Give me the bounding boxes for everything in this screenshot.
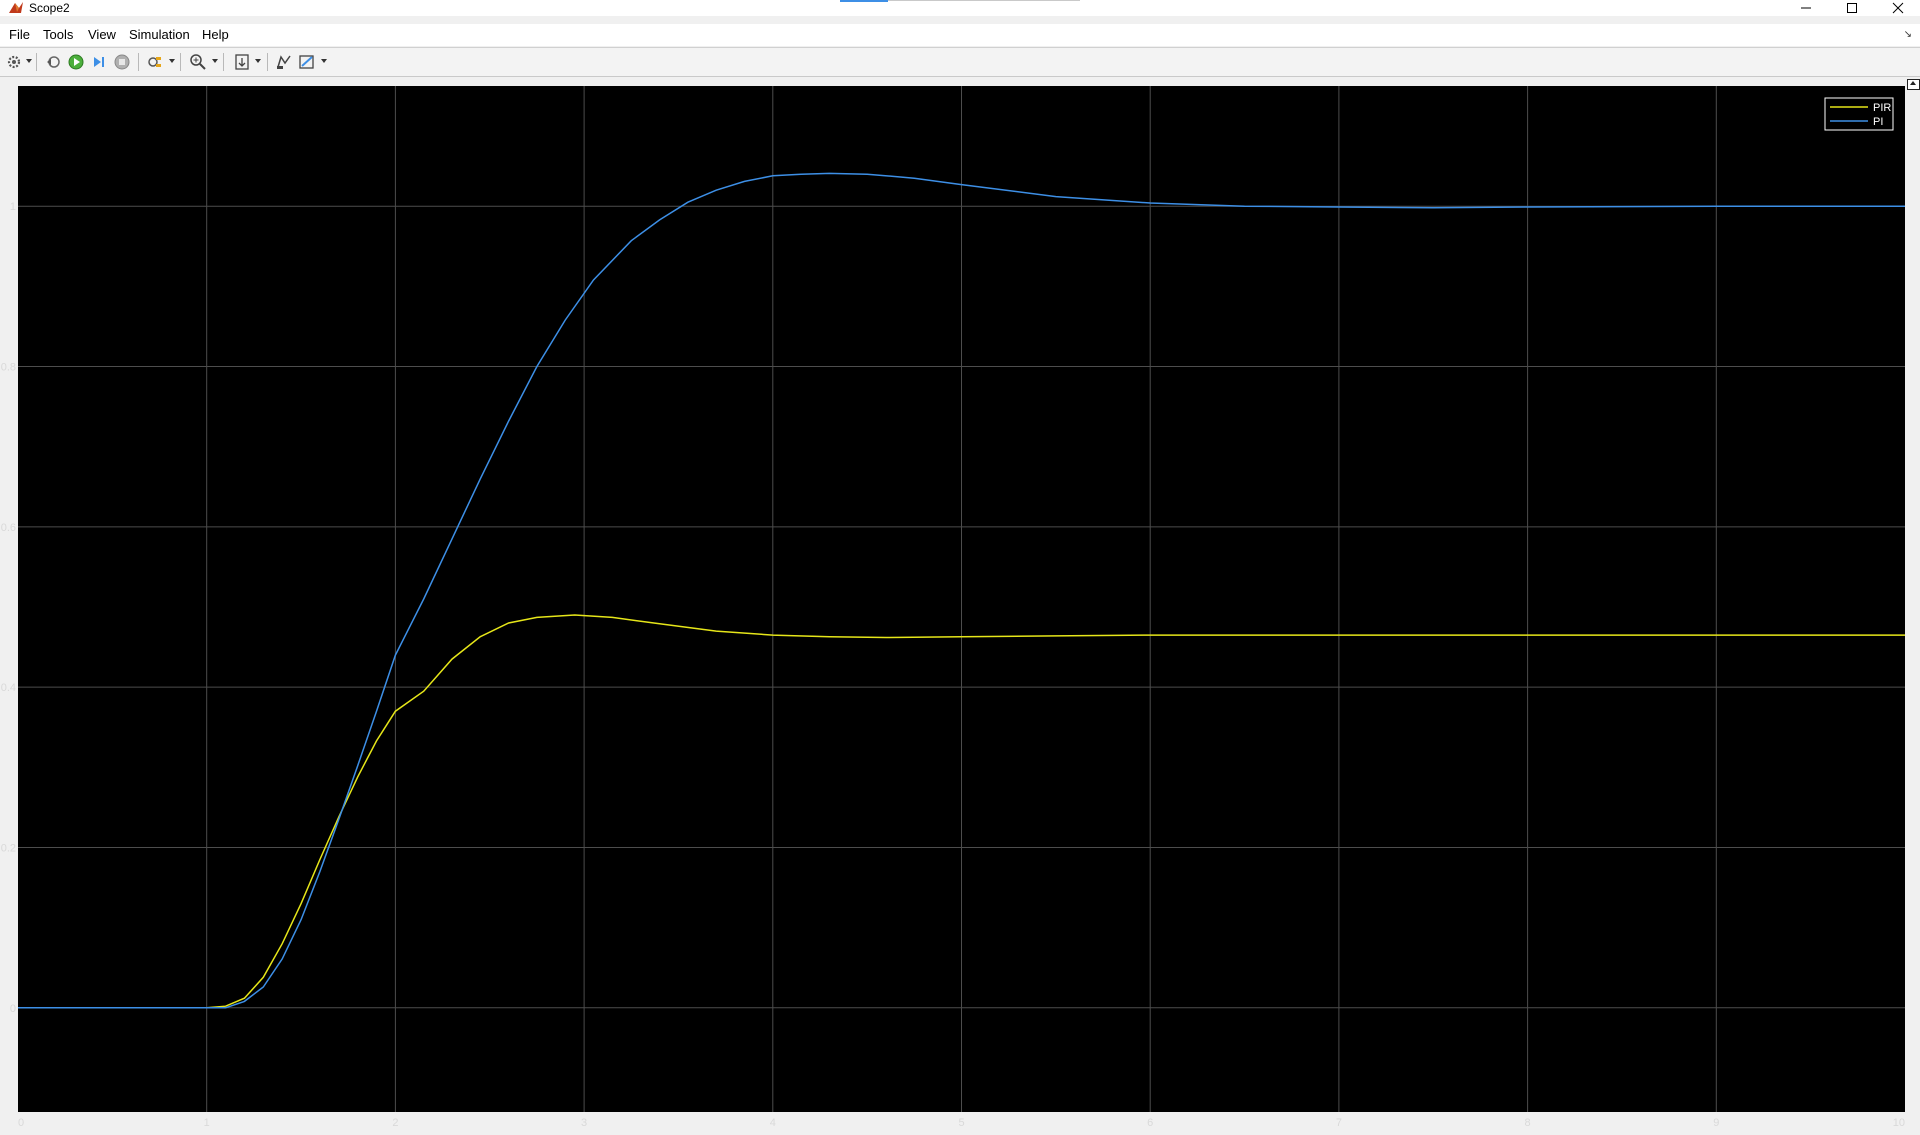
menu-help[interactable]: Help (202, 27, 229, 42)
gear-icon[interactable] (5, 53, 23, 71)
y-tick-label: 0.2 (1, 842, 16, 854)
highlight-caret[interactable] (169, 59, 175, 63)
title-highlight (840, 0, 888, 2)
legend[interactable]: PIR PI (1824, 97, 1894, 131)
y-tick-label: 0.4 (1, 682, 16, 694)
x-tick-label: 6 (1147, 1117, 1153, 1129)
axes-scaling-caret[interactable] (255, 59, 261, 63)
toolbar-separator (223, 53, 224, 71)
scope-plot[interactable]: 0 1 2 3 4 5 6 7 8 9 10 0 0.2 0.4 0.6 0.8 1 PIR PI (0, 77, 1920, 1135)
toolbar-separator (138, 53, 139, 71)
title-bar: Scope2 (0, 0, 1920, 16)
stop-icon[interactable] (113, 53, 131, 71)
menu-bar: File Tools View Simulation Help ↘ (0, 24, 1920, 46)
close-icon (1892, 2, 1904, 14)
y-tick-label: 0 (10, 1003, 16, 1015)
run-icon[interactable] (67, 53, 85, 71)
y-tick-label: 1 (10, 201, 16, 213)
maximize-button[interactable] (1829, 0, 1875, 16)
maximize-icon (1847, 3, 1857, 13)
window-title: Scope2 (29, 1, 70, 15)
scope-display: 0 1 2 3 4 5 6 7 8 9 10 0 0.2 0.4 0.6 0.8 1 PIR PI (0, 77, 1920, 1135)
close-button[interactable] (1875, 0, 1920, 16)
style-caret[interactable] (321, 59, 327, 63)
signal-selector-icon[interactable] (275, 53, 293, 71)
legend-label-pir: PIR (1873, 102, 1891, 114)
x-tick-label: 2 (392, 1117, 398, 1129)
minimize-button[interactable] (1783, 0, 1829, 16)
y-tick-label: 0.6 (1, 522, 16, 534)
toolbar-separator (36, 53, 37, 71)
zoom-caret[interactable] (212, 59, 218, 63)
x-tick-label: 1 (204, 1117, 210, 1129)
menu-file[interactable]: File (9, 27, 30, 42)
x-tick-label: 8 (1525, 1117, 1531, 1129)
x-tick-label: 10 (1893, 1117, 1905, 1129)
style-icon[interactable] (298, 53, 316, 71)
legend-label-pi: PI (1873, 116, 1883, 128)
menu-view[interactable]: View (88, 27, 116, 42)
x-tick-label: 4 (770, 1117, 776, 1129)
x-tick-label: 0 (18, 1117, 24, 1129)
toolbar-separator (180, 53, 181, 71)
menu-simulation[interactable]: Simulation (129, 27, 190, 42)
zoom-in-icon[interactable] (189, 53, 207, 71)
dock-arrow-icon[interactable]: ↘ (1904, 29, 1912, 40)
y-tick-label: 0.8 (1, 362, 16, 374)
matlab-app-icon (9, 2, 23, 13)
minimize-icon (1801, 7, 1811, 9)
step-forward-icon[interactable] (90, 53, 108, 71)
gear-caret[interactable] (26, 59, 32, 63)
x-tick-label: 7 (1336, 1117, 1342, 1129)
axes-scaling-icon[interactable] (233, 53, 251, 71)
toolbar (0, 47, 1920, 77)
x-tick-label: 3 (581, 1117, 587, 1129)
restore-icon[interactable] (44, 53, 62, 71)
x-tick-label: 5 (958, 1117, 964, 1129)
x-tick-label: 9 (1713, 1117, 1719, 1129)
toolbar-separator (267, 53, 268, 71)
highlight-icon[interactable] (146, 53, 164, 71)
title-shadow (888, 0, 1080, 1)
menu-tools[interactable]: Tools (43, 27, 73, 42)
undock-icon[interactable] (1907, 79, 1920, 90)
